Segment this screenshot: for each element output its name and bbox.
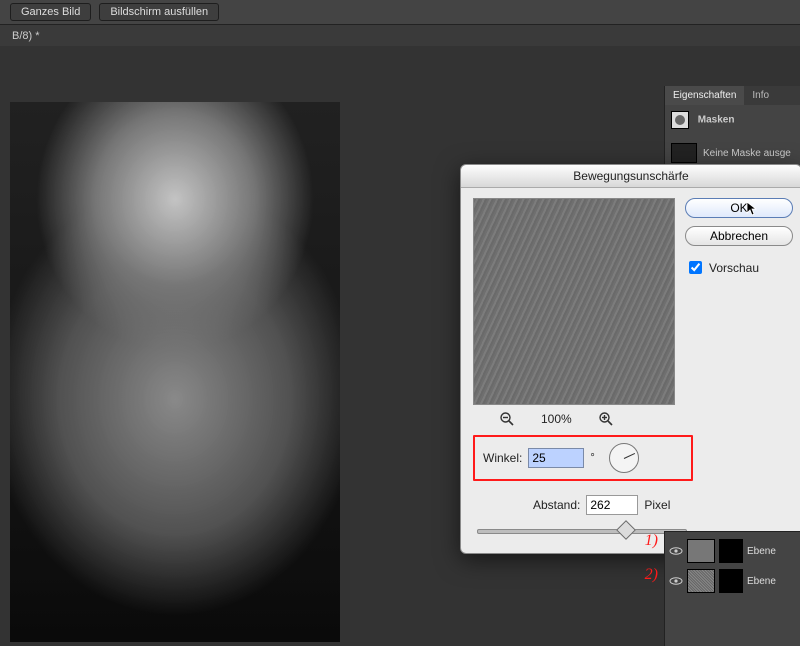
layer-row-1[interactable]: Ebene	[665, 536, 800, 566]
layer-name: Ebene	[747, 576, 776, 587]
tab-info[interactable]: Info	[744, 86, 777, 105]
document-tab-bar: B/8) *	[0, 25, 800, 48]
masks-label: Masken	[698, 115, 735, 126]
layers-panel: Ebene Ebene	[664, 531, 800, 600]
visibility-icon[interactable]	[669, 574, 683, 588]
layer-mask-thumb	[719, 569, 743, 593]
angle-input[interactable]	[528, 448, 584, 468]
zoom-out-button[interactable]	[499, 411, 515, 427]
angle-label: Winkel:	[483, 451, 522, 465]
fill-screen-button[interactable]: Bildschirm ausfüllen	[99, 3, 219, 21]
layer-mask-thumb	[719, 539, 743, 563]
layer-row-2[interactable]: Ebene	[665, 566, 800, 596]
ok-button[interactable]: OK	[685, 198, 793, 218]
distance-input[interactable]	[586, 495, 638, 515]
masks-header: Masken	[671, 111, 794, 129]
annotation-2: 2)	[645, 566, 658, 584]
angle-dial[interactable]	[609, 443, 639, 473]
fit-all-button[interactable]: Ganzes Bild	[10, 3, 91, 21]
visibility-icon[interactable]	[669, 544, 683, 558]
no-mask-text: Keine Maske ausge	[703, 148, 791, 159]
tab-properties[interactable]: Eigenschaften	[665, 86, 744, 105]
zoom-level: 100%	[541, 412, 572, 426]
workspace: Eigenschaften Info Masken Keine Maske au…	[0, 46, 800, 600]
document-tab[interactable]: B/8) *	[4, 27, 48, 45]
dialog-title: Bewegungsunschärfe	[461, 165, 800, 188]
filter-preview[interactable]	[473, 198, 675, 405]
distance-unit: Pixel	[644, 498, 670, 512]
mask-row: Keine Maske ausge	[671, 143, 794, 163]
photo-content	[10, 102, 340, 642]
mask-thumb	[671, 143, 697, 163]
cursor-icon	[746, 201, 758, 217]
distance-label: Abstand:	[533, 498, 580, 512]
canvas-image	[10, 102, 340, 642]
options-bar: Ganzes Bild Bildschirm ausfüllen	[0, 0, 800, 25]
slider-thumb[interactable]	[616, 520, 636, 540]
angle-unit: °	[590, 452, 594, 464]
motion-blur-dialog: Bewegungsunschärfe OK Abbrechen Vorschau…	[460, 164, 800, 554]
zoom-in-button[interactable]	[598, 411, 614, 427]
preview-checkbox-row[interactable]: Vorschau	[685, 258, 793, 277]
preview-checkbox[interactable]	[689, 261, 702, 274]
layer-thumb	[687, 569, 715, 593]
angle-row-highlight: Winkel: °	[473, 435, 693, 481]
mask-icon	[671, 111, 689, 129]
layer-thumb	[687, 539, 715, 563]
layer-name: Ebene	[747, 546, 776, 557]
annotation-1: 1)	[645, 532, 658, 550]
cancel-button[interactable]: Abbrechen	[685, 226, 793, 246]
preview-label: Vorschau	[709, 261, 759, 275]
